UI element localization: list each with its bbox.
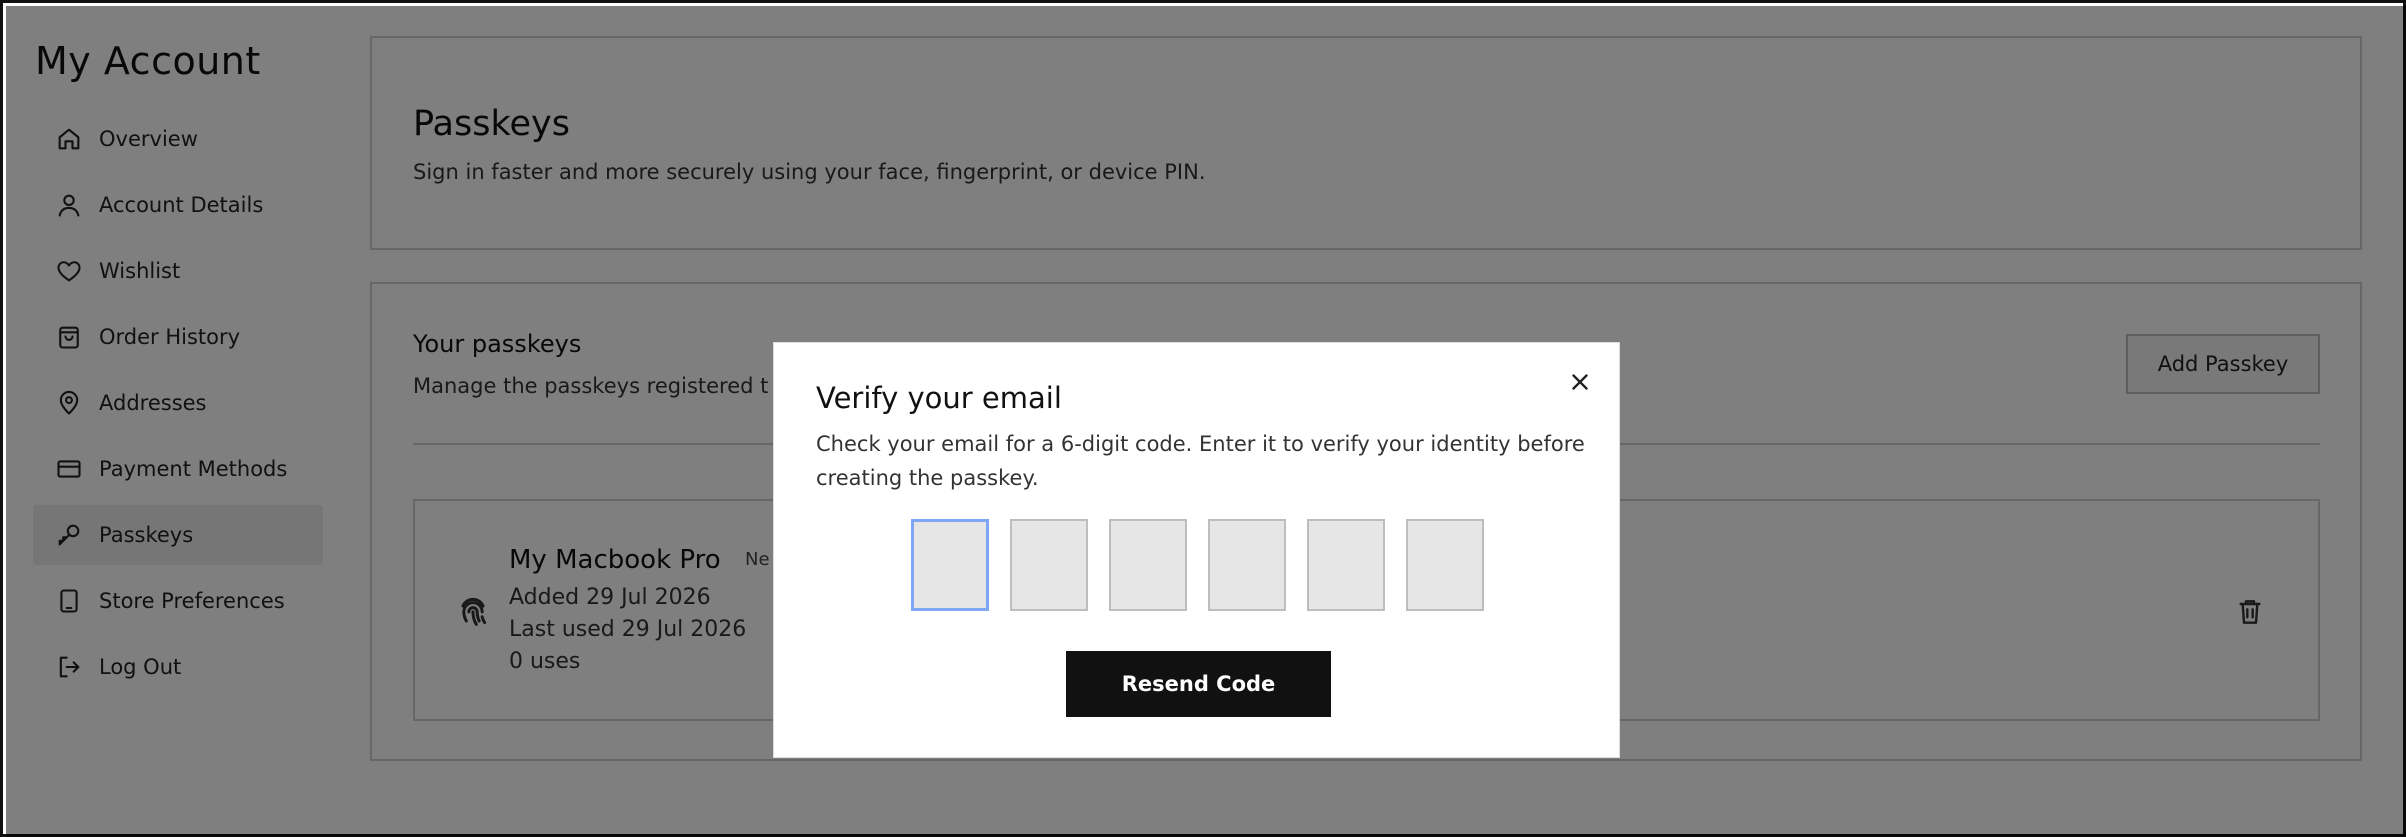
code-digit-1[interactable] bbox=[911, 519, 989, 611]
code-digit-2[interactable] bbox=[1010, 519, 1088, 611]
code-digit-5[interactable] bbox=[1307, 519, 1385, 611]
verify-email-modal: Verify your email Check your email for a… bbox=[773, 342, 1620, 758]
close-icon[interactable] bbox=[1567, 369, 1593, 395]
code-digit-3[interactable] bbox=[1109, 519, 1187, 611]
verification-code-inputs bbox=[911, 519, 1484, 611]
code-digit-6[interactable] bbox=[1406, 519, 1484, 611]
modal-title: Verify your email bbox=[816, 381, 1062, 415]
resend-code-button[interactable]: Resend Code bbox=[1066, 651, 1331, 717]
code-digit-4[interactable] bbox=[1208, 519, 1286, 611]
modal-description: Check your email for a 6-digit code. Ent… bbox=[816, 432, 1585, 490]
app-window: My Account Overview Account Details Wish… bbox=[0, 0, 2406, 837]
